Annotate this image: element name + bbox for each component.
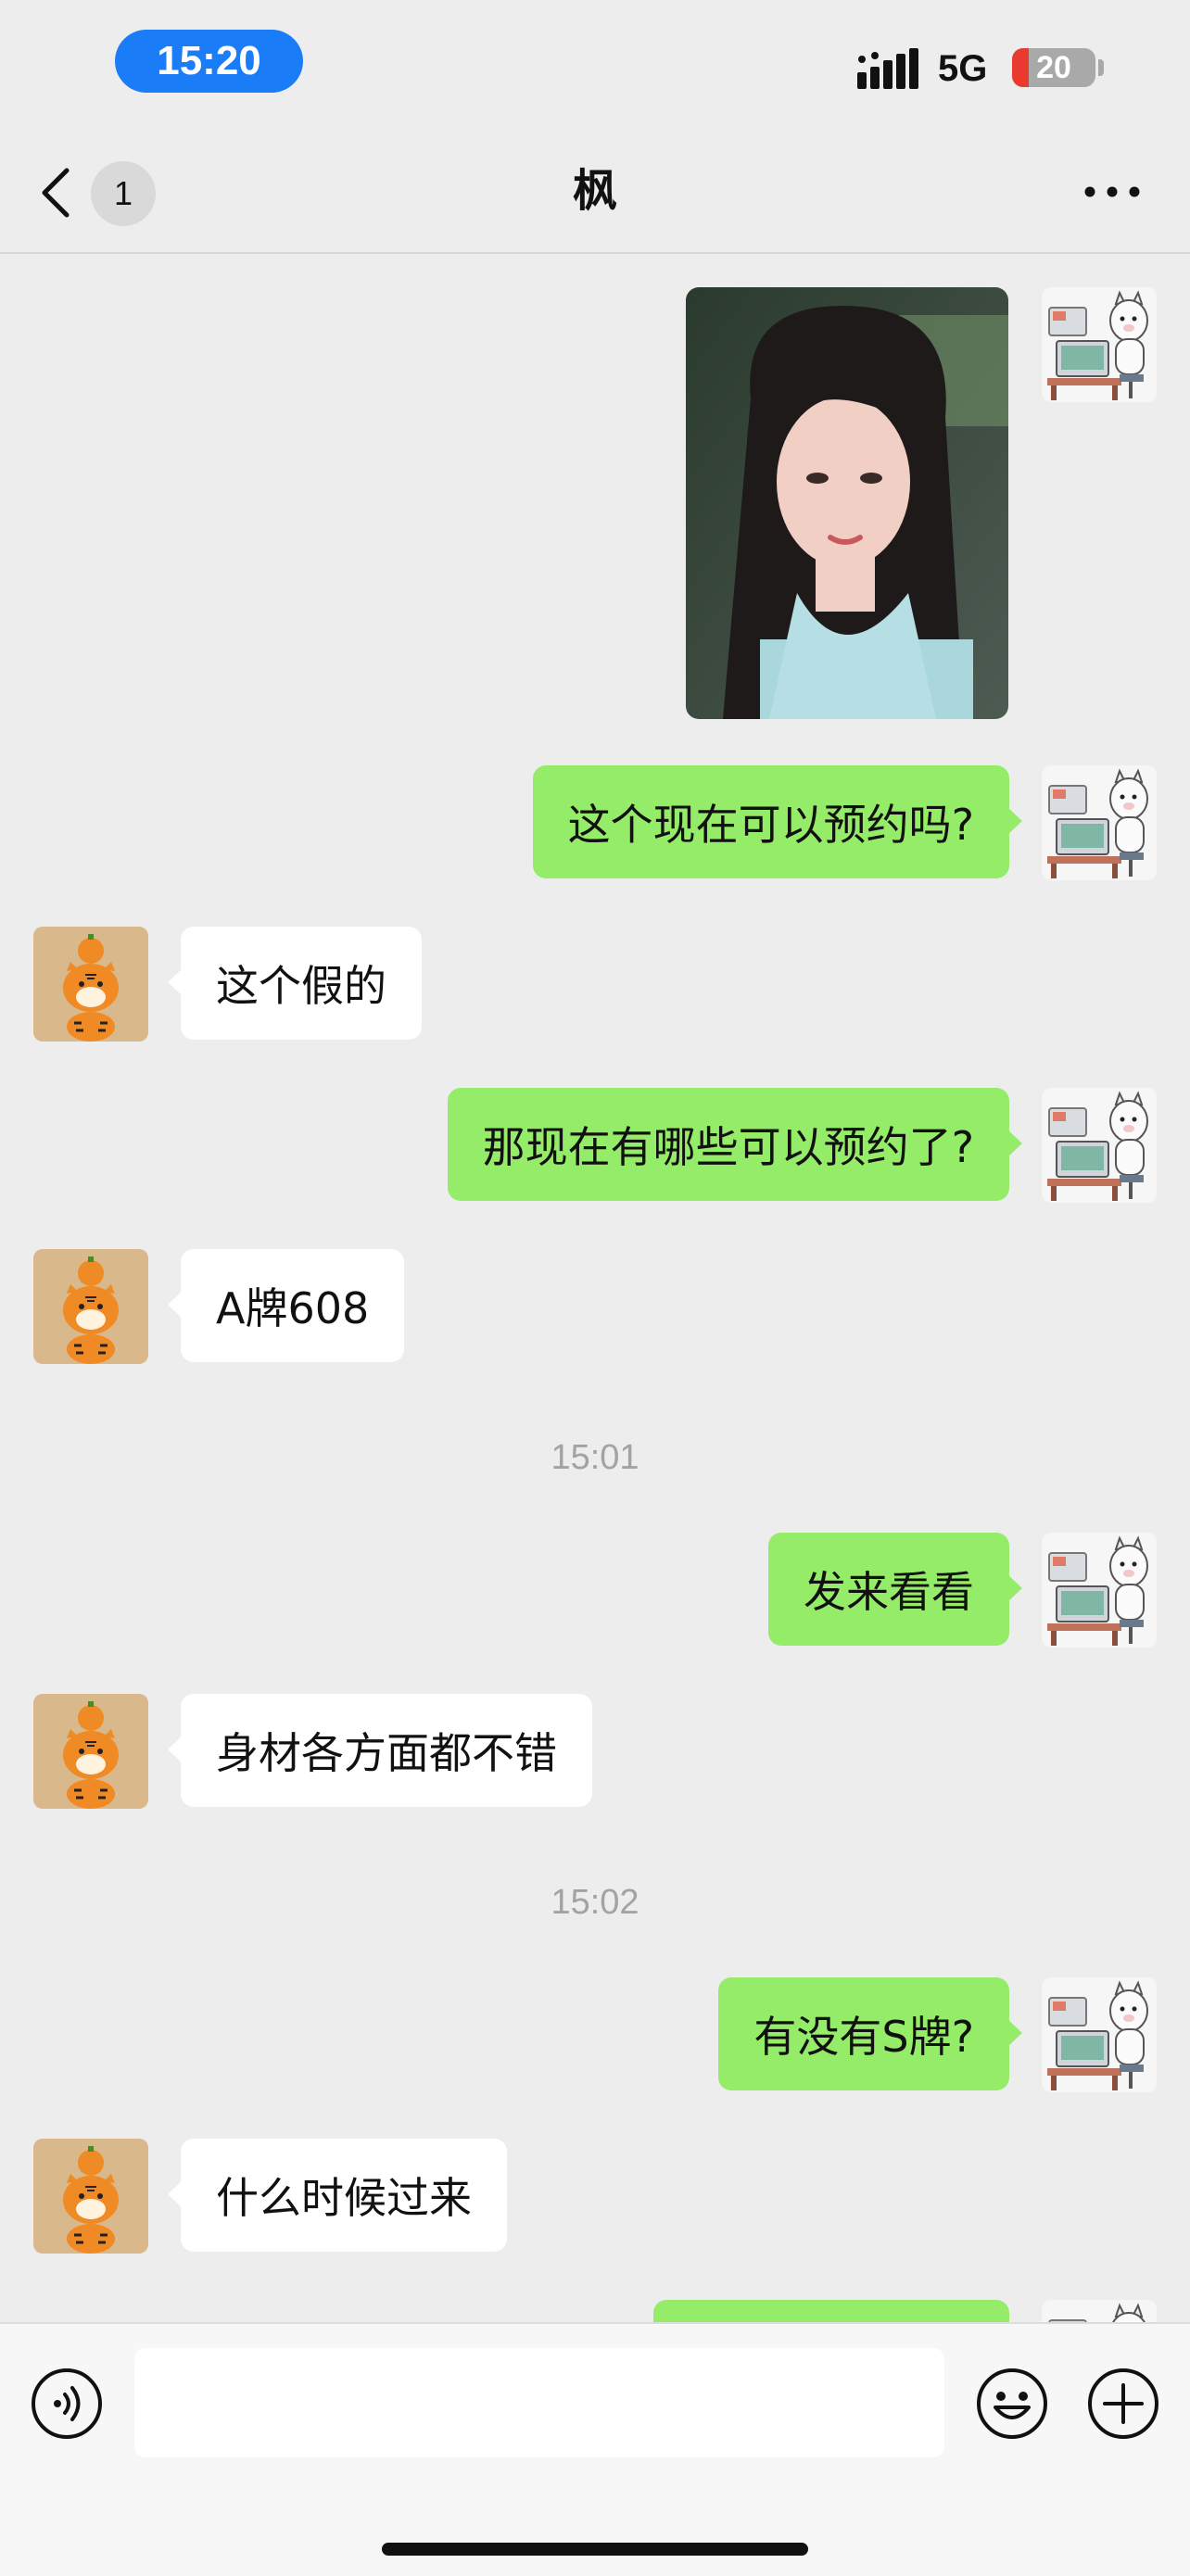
status-time: 15:20 bbox=[115, 30, 303, 93]
tiger-avatar-image bbox=[33, 1249, 148, 1364]
message-bubble-in[interactable]: 什么时候过来 bbox=[168, 2139, 507, 2252]
message-bubble-in[interactable]: 这个假的 bbox=[168, 927, 422, 1040]
chat-title: 枫 bbox=[572, 165, 617, 217]
tiger-avatar-image bbox=[33, 2139, 148, 2254]
signal-icon bbox=[857, 48, 918, 89]
message-text: A牌608 bbox=[216, 1283, 370, 1333]
message-text: 这个假的 bbox=[216, 961, 386, 1011]
alpaca-avatar-image bbox=[1042, 287, 1157, 402]
timestamp: 15:02 bbox=[551, 1883, 639, 1922]
message-bubble-out[interactable]: 发来看看 bbox=[768, 1533, 1022, 1646]
home-indicator bbox=[382, 2543, 808, 2556]
self-avatar[interactable] bbox=[1042, 765, 1157, 880]
contact-avatar[interactable] bbox=[33, 2139, 148, 2254]
message-text: 那现在有哪些可以预约了? bbox=[482, 1122, 974, 1172]
message-text: 什么时候过来 bbox=[216, 2173, 472, 2223]
self-avatar[interactable] bbox=[1042, 1977, 1157, 2092]
message-text: 有没有S牌? bbox=[753, 2012, 974, 2062]
chevron-left-icon[interactable] bbox=[37, 165, 74, 221]
battery-tip bbox=[1098, 59, 1104, 76]
contact-avatar[interactable] bbox=[33, 1249, 148, 1364]
message-list[interactable]: 这个现在可以预约吗? 这个假的 那现在有哪些可以预约了? A牌608 15:01… bbox=[0, 254, 1190, 2322]
more-icon[interactable] bbox=[1082, 176, 1142, 208]
input-bar bbox=[0, 2322, 1190, 2576]
tiger-avatar-image bbox=[33, 1694, 148, 1809]
message-text: 发来看看 bbox=[804, 1567, 974, 1617]
message-bubble-out[interactable]: 有没有S牌? bbox=[718, 1977, 1022, 2090]
emoji-icon[interactable] bbox=[975, 2367, 1049, 2441]
self-avatar[interactable] bbox=[1042, 1088, 1157, 1203]
self-avatar[interactable] bbox=[1042, 287, 1157, 402]
battery-level: 20 bbox=[1036, 49, 1071, 85]
battery-icon: 20 bbox=[1012, 48, 1095, 87]
alpaca-avatar-image bbox=[1042, 1533, 1157, 1648]
network-type: 5G bbox=[938, 48, 988, 89]
unread-badge[interactable]: 1 bbox=[91, 161, 156, 226]
plus-icon[interactable] bbox=[1086, 2367, 1160, 2441]
alpaca-avatar-image bbox=[1042, 1088, 1157, 1203]
message-bubble-in[interactable]: A牌608 bbox=[167, 1249, 405, 1362]
timestamp: 15:01 bbox=[551, 1438, 639, 1477]
alpaca-avatar-image bbox=[1042, 765, 1157, 880]
message-bubble-in[interactable]: 身材各方面都不错 bbox=[168, 1694, 592, 1807]
contact-avatar[interactable] bbox=[33, 1694, 148, 1809]
alpaca-avatar-image bbox=[1042, 2300, 1157, 2322]
message-bubble-out[interactable] bbox=[653, 2300, 1009, 2322]
portrait-photo bbox=[686, 287, 1008, 719]
message-input[interactable] bbox=[134, 2348, 944, 2457]
sent-photo[interactable] bbox=[686, 287, 1008, 719]
message-bubble-out[interactable]: 那现在有哪些可以预约了? bbox=[447, 1088, 1023, 1201]
nav-bar: 1 枫 bbox=[0, 130, 1190, 254]
self-avatar[interactable] bbox=[1042, 2300, 1157, 2322]
message-text: 这个现在可以预约吗? bbox=[567, 800, 974, 850]
message-text: 身材各方面都不错 bbox=[216, 1728, 557, 1778]
contact-avatar[interactable] bbox=[33, 927, 148, 1042]
alpaca-avatar-image bbox=[1042, 1977, 1157, 2092]
tiger-avatar-image bbox=[33, 927, 148, 1042]
voice-icon[interactable] bbox=[30, 2367, 104, 2441]
self-avatar[interactable] bbox=[1042, 1533, 1157, 1648]
message-bubble-out[interactable]: 这个现在可以预约吗? bbox=[532, 765, 1023, 878]
status-bar: 15:20 5G 20 bbox=[0, 0, 1190, 130]
